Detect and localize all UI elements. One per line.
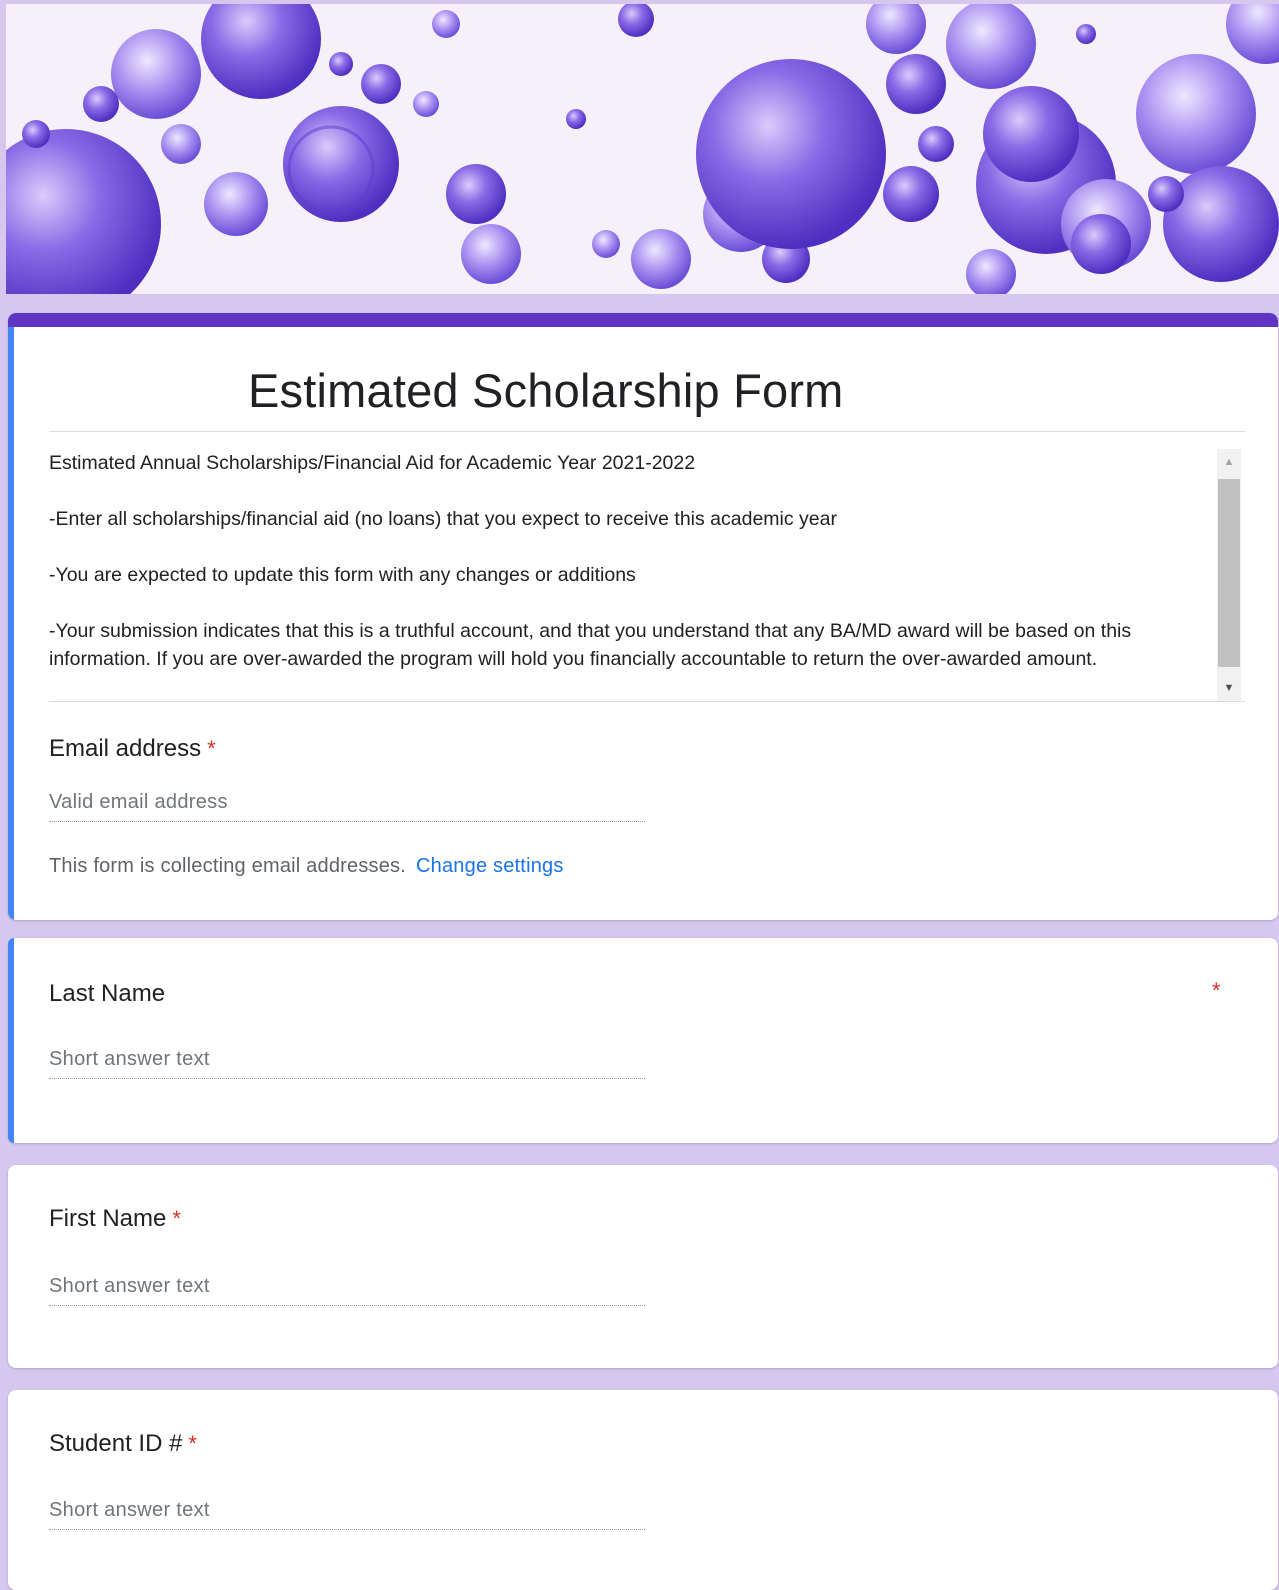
- required-asterisk: *: [188, 1431, 197, 1456]
- description-line-3: -You are expected to update this form wi…: [49, 564, 636, 586]
- description-line-1: Estimated Annual Scholarships/Financial …: [49, 452, 696, 474]
- first-name-short-answer: Short answer text: [49, 1275, 645, 1306]
- question-title-first-name: First Name *: [49, 1205, 181, 1233]
- email-label-text: Email address: [49, 735, 202, 762]
- question-title-last-name[interactable]: Last Name: [49, 980, 165, 1008]
- scroll-down-arrow-icon[interactable]: ▼: [1217, 675, 1241, 701]
- description-scrollbar[interactable]: ▲ ▼: [1217, 449, 1241, 701]
- description-line-2: -Enter all scholarships/financial aid (n…: [49, 508, 837, 530]
- email-collection-note: This form is collecting email addresses.…: [49, 855, 564, 878]
- email-note-text: This form is collecting email addresses.: [49, 855, 407, 877]
- required-asterisk: *: [1212, 978, 1221, 1003]
- change-settings-link[interactable]: Change settings: [416, 855, 564, 877]
- question-card-last-name[interactable]: Last Name * Short answer text: [8, 938, 1278, 1143]
- title-divider: [49, 431, 1245, 432]
- form-title-card: Estimated Scholarship Form Estimated Ann…: [8, 313, 1278, 920]
- student-id-label-text: Student ID #: [49, 1430, 183, 1457]
- last-name-short-answer: Short answer text: [49, 1048, 645, 1079]
- question-title-student-id: Student ID # *: [49, 1430, 197, 1458]
- required-asterisk: *: [207, 736, 216, 761]
- description-line-4: -Your submission indicates that this is …: [49, 620, 1132, 670]
- scrollbar-thumb[interactable]: [1218, 479, 1240, 667]
- first-name-label-text: First Name: [49, 1205, 167, 1232]
- form-description[interactable]: Estimated Annual Scholarships/Financial …: [49, 449, 1245, 702]
- email-question-label: Email address *: [49, 735, 216, 763]
- scroll-up-arrow-icon[interactable]: ▲: [1217, 449, 1241, 475]
- form-title[interactable]: Estimated Scholarship Form: [248, 363, 844, 418]
- student-id-short-answer: Short answer text: [49, 1499, 645, 1530]
- email-field[interactable]: Valid email address: [49, 791, 645, 822]
- theme-color-bar: [8, 313, 1278, 327]
- question-card-first-name[interactable]: First Name * Short answer text: [8, 1165, 1278, 1368]
- header-banner-image: [6, 4, 1279, 294]
- question-card-student-id[interactable]: Student ID # * Short answer text: [8, 1390, 1278, 1590]
- required-asterisk: *: [172, 1206, 181, 1231]
